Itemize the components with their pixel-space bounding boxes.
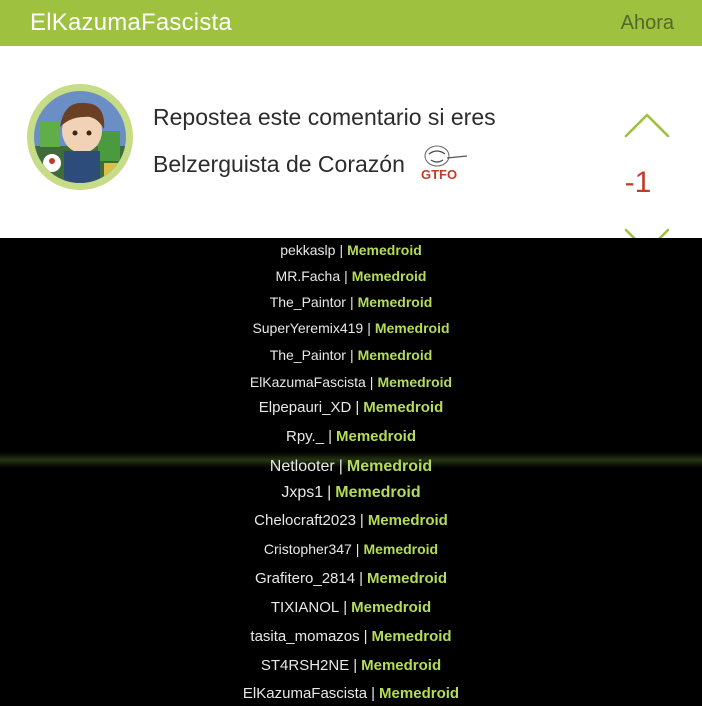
list-item-username: Rpy._: [286, 428, 325, 445]
gtfo-meme-icon: GTFO: [421, 145, 468, 182]
list-item-separator: |: [369, 374, 374, 390]
list-item-username: The_Paintor: [269, 294, 346, 310]
list-item-separator: |: [328, 428, 332, 445]
list-item-username: ElKazumaFascista: [242, 685, 368, 702]
list-item: Grafitero_2814 | Memedroid: [0, 570, 702, 587]
list-item-site: Memedroid: [366, 570, 447, 587]
list-item-separator: |: [338, 458, 343, 475]
upvote-chevron-up-icon[interactable]: [624, 112, 670, 138]
list-item-separator: |: [344, 268, 348, 284]
repost-name-list: pekkaslp | Memedroid MR.Facha | Memedroid The_…: [0, 238, 702, 706]
list-item: MR.Facha | Memedroid: [0, 268, 702, 284]
list-item-site: Memedroid: [351, 268, 427, 284]
list-item-username: pekkaslp: [280, 242, 336, 258]
list-item-site: Memedroid: [374, 320, 450, 336]
list-item-username: Grafitero_2814: [255, 570, 356, 587]
list-item-separator: |: [355, 541, 360, 557]
list-item: Jxps1 | Memedroid: [0, 484, 702, 502]
comment-header: ElKazumaFascista Ahora: [0, 0, 702, 46]
list-item-site: Memedroid: [347, 242, 422, 258]
list-item: Netlooter | Memedroid: [0, 458, 702, 476]
list-item: TIXIANOL | Memedroid: [0, 599, 702, 616]
list-item-site: Memedroid: [363, 541, 439, 557]
list-item: ElKazumaFascista | Memedroid: [0, 374, 702, 390]
list-item-site: Memedroid: [357, 347, 433, 363]
list-item-separator: |: [367, 320, 371, 336]
list-item-separator: |: [343, 599, 348, 616]
list-item-separator: |: [339, 242, 344, 258]
list-item: pekkaslp | Memedroid: [0, 242, 702, 258]
list-item-site: Memedroid: [363, 399, 444, 416]
comment-score: -1: [624, 166, 652, 199]
avatar-image: [34, 91, 126, 183]
comment-body: Repostea este comentario si eres Belzerg…: [153, 94, 583, 188]
comment-line-2: Belzerguista de Corazón GTFO: [153, 141, 583, 188]
list-item-username: TIXIANOL: [270, 599, 340, 616]
list-item-username: ElKazumaFascista: [249, 374, 366, 390]
list-item-site: Memedroid: [377, 374, 453, 390]
list-item: tasita_momazos | Memedroid: [0, 628, 702, 645]
list-item: ElKazumaFascista | Memedroid: [0, 685, 702, 702]
list-item: The_Paintor | Memedroid: [0, 347, 702, 363]
list-item-site: Memedroid: [357, 294, 433, 310]
list-item-username: Chelocraft2023: [254, 512, 356, 529]
list-item-site: Memedroid: [367, 512, 448, 529]
list-item-separator: |: [355, 399, 360, 416]
list-item-separator: |: [353, 657, 358, 674]
list-item-username: SuperYeremix419: [252, 320, 364, 336]
list-item-separator: |: [349, 294, 354, 310]
list-item-username: Elpepauri_XD: [258, 399, 352, 416]
list-item-site: Memedroid: [379, 685, 460, 702]
list-item-username: ST4RSH2NE: [260, 657, 350, 674]
list-item-site: Memedroid: [346, 458, 433, 475]
list-item-username: tasita_momazos: [250, 628, 360, 645]
list-item-separator: |: [349, 347, 354, 363]
list-item-separator: |: [327, 484, 332, 501]
list-item: Chelocraft2023 | Memedroid: [0, 512, 702, 529]
list-item: SuperYeremix419 | Memedroid: [0, 320, 702, 336]
list-item-site: Memedroid: [371, 628, 452, 645]
list-item-separator: |: [359, 570, 363, 587]
list-item: Elpepauri_XD | Memedroid: [0, 399, 702, 416]
list-item: Cristopher347 | Memedroid: [0, 541, 702, 557]
list-item-username: Netlooter: [269, 458, 335, 475]
list-item-username: MR.Facha: [275, 268, 341, 284]
list-item-username: The_Paintor: [269, 347, 346, 363]
list-item-site: Memedroid: [361, 657, 442, 674]
list-item: ST4RSH2NE | Memedroid: [0, 657, 702, 674]
list-item-username: Jxps1: [281, 484, 324, 501]
list-item-site: Memedroid: [351, 599, 432, 616]
comment-card: Repostea este comentario si eres Belzerg…: [0, 46, 702, 253]
comment-line-1: Repostea este comentario si eres: [153, 104, 496, 130]
list-item-separator: |: [371, 685, 376, 702]
list-item: The_Paintor | Memedroid: [0, 294, 702, 310]
username[interactable]: ElKazumaFascista: [30, 9, 232, 37]
list-item: Rpy._ | Memedroid: [0, 428, 702, 445]
comment-line-2-text: Belzerguista de Corazón: [153, 151, 405, 177]
timestamp: Ahora: [620, 11, 674, 34]
list-item-site: Memedroid: [335, 484, 421, 501]
list-item-separator: |: [363, 628, 368, 645]
list-item-username: Cristopher347: [263, 541, 352, 557]
list-item-site: Memedroid: [335, 428, 416, 445]
gtfo-label: GTFO: [421, 167, 457, 182]
list-item-separator: |: [359, 512, 364, 529]
avatar[interactable]: [27, 84, 133, 190]
